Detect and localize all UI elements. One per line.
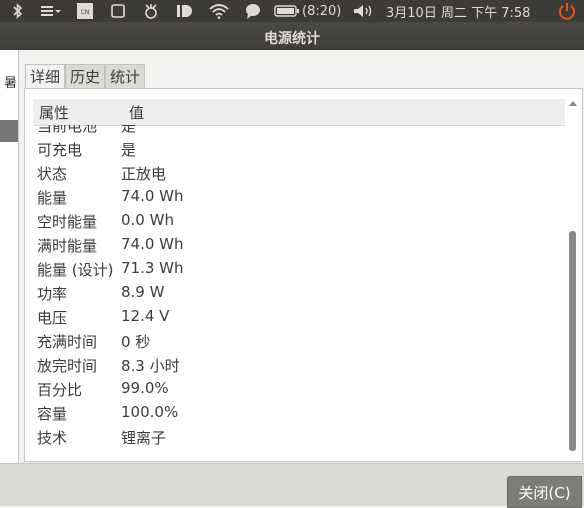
details-list[interactable]: 当前电池 是 可充电 是 状态 正放电 能量 74.0 Wh 空时能量 0.0 … <box>33 125 565 455</box>
keyboard-indicator-icon[interactable]: CN <box>76 0 94 22</box>
volume-icon[interactable] <box>352 0 374 22</box>
row-value: 74.0 Wh <box>121 187 184 205</box>
row-value: 12.4 V <box>121 307 170 325</box>
tab-details[interactable]: 详细 <box>25 64 66 89</box>
close-button[interactable]: 关闭(C) <box>507 476 582 508</box>
row-property: 容量 <box>37 405 68 423</box>
wifi-icon[interactable] <box>208 0 230 22</box>
svg-text:CN: CN <box>81 9 90 16</box>
chat-icon[interactable] <box>244 0 262 22</box>
column-header-property[interactable]: 属性 <box>39 102 69 123</box>
device-list-fragment: 暑 <box>4 76 18 91</box>
power-icon[interactable] <box>558 0 576 22</box>
scroll-up-arrow-icon[interactable] <box>569 101 577 106</box>
device-list-selected-item[interactable] <box>0 120 18 142</box>
row-property: 可充电 <box>37 141 83 159</box>
row-property: 技术 <box>37 429 68 447</box>
row-property: 状态 <box>37 165 68 183</box>
vertical-scrollbar[interactable] <box>567 99 578 455</box>
row-property: 充满时间 <box>37 333 98 351</box>
top-panel: CN (8:20) 3月10日 周二 下午 7:58 <box>0 0 584 22</box>
scrollbar-thumb[interactable] <box>569 231 576 451</box>
row-property: 满时能量 <box>37 237 98 255</box>
row-property: 电压 <box>37 309 68 327</box>
row-property: 百分比 <box>37 381 83 399</box>
row-property: 能量 <box>37 189 68 207</box>
indicator-app-icon[interactable] <box>176 0 194 22</box>
row-value: 8.3 小时 <box>121 357 180 375</box>
details-panel: 属性 值 当前电池 是 可充电 是 状态 正放电 能量 74.0 Wh 空时能量… <box>24 88 583 462</box>
row-property: 能量 (设计) <box>37 261 114 279</box>
row-value: 是 <box>121 125 137 135</box>
window-title: 电源统计 <box>264 31 320 47</box>
row-value: 74.0 Wh <box>121 235 184 253</box>
battery-icon[interactable] <box>274 0 300 22</box>
tab-history[interactable]: 历史 <box>65 64 106 89</box>
row-value: 100.0% <box>121 403 179 421</box>
row-value: 锂离子 <box>121 429 167 447</box>
window-titlebar[interactable]: 电源统计 <box>0 22 584 50</box>
tab-bar: 详细 历史 统计 <box>25 64 146 89</box>
battery-time-text[interactable]: (8:20) <box>302 0 341 22</box>
row-property: 功率 <box>37 285 68 303</box>
row-value: 是 <box>121 141 137 159</box>
input-method-icon[interactable] <box>40 0 62 22</box>
gesture-app-icon[interactable] <box>142 0 160 22</box>
row-value: 99.0% <box>121 379 169 397</box>
window-indicator-icon[interactable] <box>110 0 126 22</box>
row-value: 0 秒 <box>121 333 151 351</box>
row-property: 空时能量 <box>37 213 98 231</box>
bluetooth-icon[interactable] <box>12 0 24 22</box>
row-value: 8.9 W <box>121 283 165 301</box>
column-header-value[interactable]: 值 <box>129 102 144 123</box>
row-property: 当前电池 <box>37 125 98 135</box>
list-header: 属性 值 <box>33 99 565 126</box>
row-value: 正放电 <box>121 165 167 183</box>
row-value: 0.0 Wh <box>121 211 174 229</box>
button-bar: 关闭(C) <box>0 463 584 508</box>
device-list[interactable]: 暑 <box>0 50 19 463</box>
row-value: 71.3 Wh <box>121 259 184 277</box>
clock-datetime[interactable]: 3月10日 周二 下午 7:58 <box>386 0 530 22</box>
row-property: 放完时间 <box>37 357 98 375</box>
tab-statistics[interactable]: 统计 <box>105 64 146 89</box>
